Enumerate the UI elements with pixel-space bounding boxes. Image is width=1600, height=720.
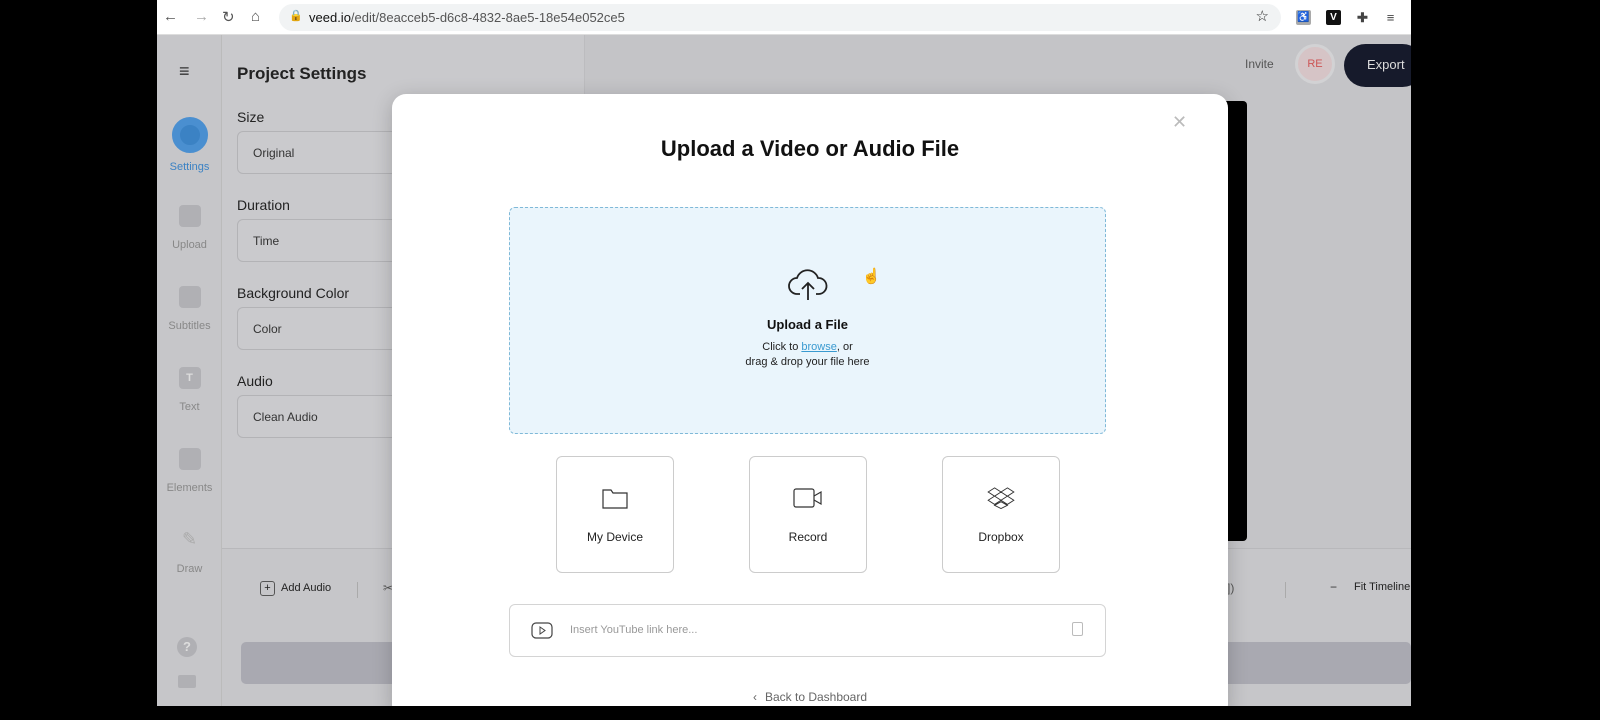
record-button[interactable]: Record bbox=[749, 456, 867, 573]
reload-icon[interactable]: ↻ bbox=[222, 8, 235, 26]
source-label: Record bbox=[788, 530, 828, 544]
drop-instructions: Click to browse, or bbox=[510, 341, 1105, 353]
divider bbox=[1285, 582, 1286, 598]
sidebar-item-text[interactable]: T Text bbox=[157, 367, 222, 413]
sidebar-item-upload[interactable]: Upload bbox=[157, 205, 222, 251]
close-icon[interactable]: ✕ bbox=[1172, 112, 1187, 133]
back-label: Back to Dashboard bbox=[764, 690, 868, 704]
upload-modal: ✕ Upload a Video or Audio File Upload a … bbox=[392, 94, 1228, 706]
duration-label: Duration bbox=[237, 197, 290, 213]
add-audio-button[interactable]: + Add Audio bbox=[260, 581, 331, 596]
sidebar-item-label: Upload bbox=[172, 239, 207, 251]
chevron-left-icon: ‹ bbox=[752, 690, 757, 704]
sidebar-item-label: Draw bbox=[176, 563, 203, 575]
settings-icon bbox=[171, 117, 208, 153]
veed-extension-icon[interactable]: V bbox=[1326, 10, 1341, 25]
sidebar-item-label: Settings bbox=[169, 161, 210, 173]
youtube-placeholder: Insert YouTube link here... bbox=[570, 624, 698, 636]
extensions-puzzle-icon[interactable]: ✚ bbox=[1355, 10, 1370, 25]
bookmark-star-icon[interactable]: ☆ bbox=[1256, 7, 1269, 25]
background-color-label: Background Color bbox=[237, 285, 350, 301]
plus-icon: + bbox=[260, 581, 275, 596]
image-upload-icon bbox=[178, 205, 201, 227]
invite-button[interactable]: Invite bbox=[1245, 57, 1274, 71]
sidebar-item-subtitles[interactable]: Subtitles bbox=[157, 286, 222, 332]
menu-icon[interactable]: ≡ bbox=[179, 61, 190, 82]
pencil-icon: ✎ bbox=[181, 529, 198, 549]
add-audio-label: Add Audio bbox=[281, 582, 332, 594]
modal-title: Upload a Video or Audio File bbox=[660, 136, 960, 161]
file-drop-zone[interactable]: Upload a File Click to browse, or drag &… bbox=[509, 207, 1106, 434]
lock-icon: 🔒 bbox=[289, 10, 303, 22]
keyboard-icon[interactable] bbox=[178, 675, 196, 688]
dropbox-icon bbox=[987, 487, 1015, 510]
drop-text: , or bbox=[836, 341, 853, 353]
media-control-icon[interactable]: ≡ bbox=[1383, 10, 1398, 25]
export-button[interactable]: Export bbox=[1344, 44, 1411, 87]
size-label: Size bbox=[237, 109, 265, 125]
panel-title: Project Settings bbox=[237, 64, 367, 83]
browse-link[interactable]: browse bbox=[801, 341, 836, 353]
sidebar-item-label: Elements bbox=[166, 482, 213, 494]
sidebar-rail: ≡ Settings Upload Subtitles T Text Elemen… bbox=[157, 35, 222, 706]
drop-text: Click to bbox=[762, 341, 802, 353]
hand-cursor-icon: ☝ bbox=[862, 268, 881, 285]
video-camera-icon bbox=[793, 488, 822, 508]
youtube-play-icon bbox=[531, 622, 553, 639]
back-to-dashboard-link[interactable]: ‹ Back to Dashboard bbox=[392, 690, 1228, 704]
user-avatar[interactable]: RE bbox=[1295, 44, 1335, 84]
audio-label: Audio bbox=[237, 373, 273, 389]
url-domain: veed.io bbox=[309, 10, 351, 25]
fit-timeline-button[interactable]: Fit Timeline bbox=[1354, 581, 1410, 593]
browser-toolbar: ← → ↻ ⌂ 🔒 veed.io/edit/8eacceb5-d6c8-483… bbox=[157, 0, 1411, 35]
home-icon[interactable]: ⌂ bbox=[251, 8, 260, 25]
text-icon: T bbox=[178, 367, 201, 389]
editor-app: ≡ Settings Upload Subtitles T Text Elemen… bbox=[157, 35, 1411, 706]
divider bbox=[357, 582, 358, 598]
accessibility-icon[interactable]: ♿ bbox=[1296, 10, 1311, 25]
dropbox-button[interactable]: Dropbox bbox=[942, 456, 1060, 573]
zoom-out-button[interactable]: − bbox=[1330, 580, 1337, 594]
youtube-link-input[interactable]: Insert YouTube link here... bbox=[509, 604, 1106, 657]
sidebar-item-elements[interactable]: Elements bbox=[157, 448, 222, 494]
back-icon[interactable]: ← bbox=[163, 8, 178, 25]
browser-window: ← → ↻ ⌂ 🔒 veed.io/edit/8eacceb5-d6c8-483… bbox=[157, 0, 1411, 706]
cloud-upload-icon bbox=[787, 269, 827, 300]
sidebar-item-label: Text bbox=[179, 401, 200, 413]
subtitles-icon bbox=[178, 286, 201, 308]
address-bar[interactable]: 🔒 veed.io/edit/8eacceb5-d6c8-4832-8ae5-1… bbox=[279, 4, 1281, 31]
drop-text-2: drag & drop your file here bbox=[745, 356, 870, 368]
sidebar-item-label: Subtitles bbox=[168, 320, 211, 332]
drop-title: Upload a File bbox=[767, 317, 848, 332]
elements-icon bbox=[178, 448, 201, 470]
my-device-button[interactable]: My Device bbox=[556, 456, 674, 573]
sidebar-item-draw[interactable]: ✎ Draw bbox=[157, 529, 222, 575]
help-icon[interactable]: ? bbox=[177, 637, 197, 657]
audio-wave-icon[interactable]: ]) bbox=[1227, 581, 1234, 595]
sidebar-item-settings[interactable]: Settings bbox=[157, 117, 222, 173]
folder-icon bbox=[602, 489, 628, 509]
paste-icon[interactable] bbox=[1072, 622, 1083, 636]
source-label: Dropbox bbox=[978, 530, 1024, 544]
source-label: My Device bbox=[586, 530, 643, 544]
forward-icon[interactable]: → bbox=[194, 8, 209, 25]
url-path: /edit/8eacceb5-d6c8-4832-8ae5-18e54e052c… bbox=[350, 10, 625, 25]
